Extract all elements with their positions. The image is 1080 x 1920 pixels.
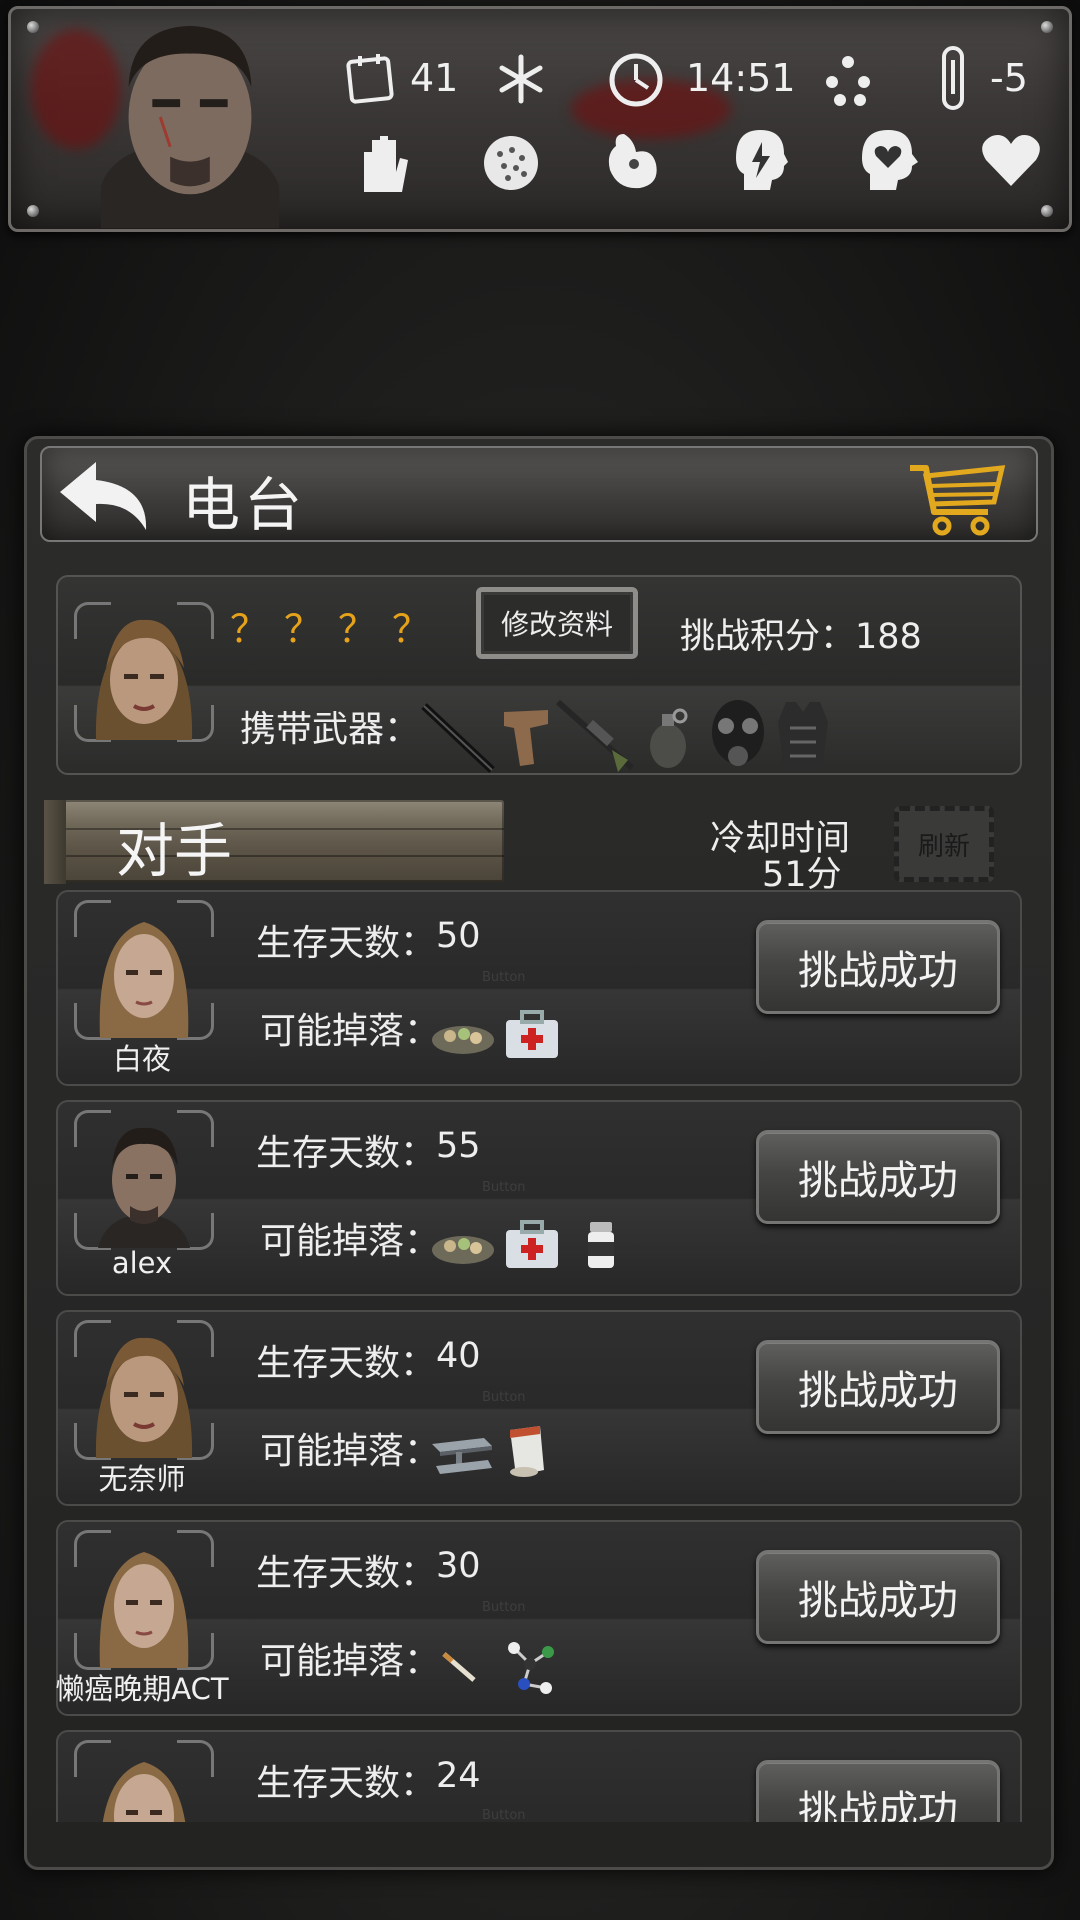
heart-icon[interactable]	[980, 132, 1042, 188]
survival-days-label: 生存天数：	[256, 1343, 437, 1384]
possible-drops-label: 可能掉落：	[260, 1641, 441, 1682]
food-tray-icon	[432, 1236, 494, 1264]
energy-head-icon[interactable]	[732, 128, 788, 194]
pill-bottle-icon	[588, 1222, 614, 1268]
opponent-avatar[interactable]	[74, 1320, 214, 1460]
edit-profile-button[interactable]: 修改资料	[476, 587, 638, 659]
opponents-plank	[44, 800, 504, 882]
button-placeholder-text: Button	[482, 1390, 526, 1405]
rivet	[27, 21, 39, 33]
medkit-icon	[506, 1010, 558, 1058]
paper-cups-icon	[510, 1426, 544, 1477]
hand-icon[interactable]	[356, 132, 412, 194]
challenge-button[interactable]: 挑战成功	[756, 1760, 1000, 1822]
plank-post	[44, 800, 66, 884]
page-title: 电台	[182, 471, 307, 539]
button-placeholder-text: Button	[482, 1808, 526, 1822]
survival-days-label: 生存天数：	[256, 1763, 437, 1804]
mood-head-icon[interactable]	[858, 128, 920, 194]
refresh-button[interactable]: 刷新	[894, 806, 994, 882]
opponents-title: 对手	[116, 817, 233, 885]
stomach-icon[interactable]	[604, 130, 662, 192]
button-placeholder-text: Button	[482, 1180, 526, 1195]
possible-drops-label: 可能掉落：	[260, 1221, 441, 1262]
weapons-label: 携带武器：	[240, 709, 421, 750]
gas-mask-icon	[712, 700, 764, 766]
survival-days-value: 24	[436, 1756, 481, 1796]
button-placeholder-text: Button	[482, 970, 526, 985]
opponent-name: 白夜	[112, 1042, 171, 1076]
survival-days-value: 30	[436, 1546, 481, 1586]
shopping-cart-icon[interactable]	[904, 458, 1008, 540]
opponent-avatar[interactable]	[74, 1110, 214, 1250]
player-avatar[interactable]	[74, 602, 214, 742]
survival-days-label: 生存天数：	[256, 1553, 437, 1594]
survival-days-value: 40	[436, 1336, 481, 1376]
molecule-icon	[508, 1642, 554, 1694]
opponent-avatar[interactable]	[74, 900, 214, 1040]
rivet	[27, 205, 39, 217]
challenge-button[interactable]: 挑战成功	[756, 1340, 1000, 1434]
possible-drops-label: 可能掉落：	[260, 1011, 441, 1052]
grenade-icon	[650, 708, 688, 768]
medkit-icon	[506, 1220, 558, 1268]
survival-days-value: 50	[436, 916, 481, 956]
possible-drops-label: 可能掉落：	[260, 1431, 441, 1472]
challenge-button[interactable]: 挑战成功	[756, 1130, 1000, 1224]
opponent-name: alex	[111, 1246, 173, 1280]
armor-vest-icon	[778, 702, 828, 770]
opponent-avatar[interactable]	[74, 1740, 214, 1822]
game-time: 14:51	[686, 56, 796, 100]
day-count: 41	[410, 56, 459, 100]
rivet	[1041, 21, 1053, 33]
opponent-name: 无奈师	[98, 1462, 186, 1496]
baton-icon	[421, 703, 495, 773]
clock-icon	[609, 53, 663, 107]
calendar-icon	[346, 54, 394, 104]
grain-icon[interactable]	[482, 134, 540, 192]
food-tray-icon	[432, 1026, 494, 1054]
challenge-button[interactable]: 挑战成功	[756, 1550, 1000, 1644]
cigarette-icon	[442, 1652, 476, 1682]
challenge-button[interactable]: 挑战成功	[756, 920, 1000, 1014]
pistol-icon	[504, 710, 548, 766]
rivet	[1041, 205, 1053, 217]
opponent-name: 懒癌晚期ACT	[55, 1672, 229, 1706]
weather-dots-icon	[826, 56, 870, 106]
button-placeholder-text: Button	[482, 1600, 526, 1615]
sniper-rifle-icon	[556, 699, 634, 772]
player-portrait[interactable]	[70, 8, 310, 228]
opponent-avatar[interactable]	[74, 1530, 214, 1670]
steel-beam-icon	[432, 1438, 492, 1474]
back-arrow-icon[interactable]	[56, 456, 156, 532]
survival-days-label: 生存天数：	[256, 923, 437, 964]
player-name: ？？？？	[230, 607, 447, 651]
thermometer-icon	[942, 46, 964, 110]
temperature: -5	[990, 56, 1028, 100]
challenge-score: 挑战积分：188	[680, 617, 922, 657]
snowflake-icon	[499, 54, 543, 104]
survival-days-value: 55	[436, 1126, 481, 1166]
survival-days-label: 生存天数：	[256, 1133, 437, 1174]
opponent-list[interactable]: 白夜 生存天数： 50 Button 可能掉落： 挑战成功 alex 生存天数：…	[0, 890, 1080, 1822]
